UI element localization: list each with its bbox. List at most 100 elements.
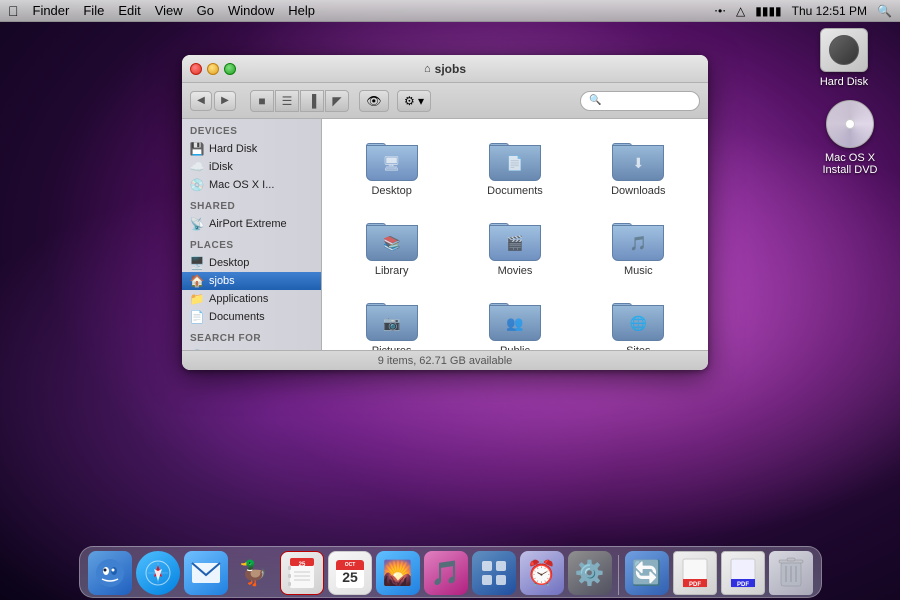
file-item-public[interactable]: 👥 Public xyxy=(455,289,574,350)
dock-icon-itunes[interactable]: 🎵 xyxy=(424,551,468,595)
mail-dock-icon xyxy=(184,551,228,595)
file-item-music[interactable]: 🎵 Music xyxy=(579,209,698,285)
maximize-button[interactable] xyxy=(224,63,236,75)
sidebar-header-devices: DEVICES xyxy=(182,123,321,140)
file-item-pictures[interactable]: 📷 Pictures xyxy=(332,289,451,350)
sidebar-section-devices: DEVICES 💾 Hard Disk ☁️ iDisk 💿 Mac OS X … xyxy=(182,123,321,194)
dock-icon-pdf1[interactable]: PDF xyxy=(673,551,717,595)
syspref-dock-icon: ⚙️ xyxy=(568,551,612,595)
timemachine-dock-icon: ⏰ xyxy=(520,551,564,595)
spotlight-icon[interactable]: 🔍 xyxy=(877,4,892,18)
dock-icon-addressbook[interactable]: 25 xyxy=(280,551,324,595)
file-grid: 🖥 Desktop 📄 Documents xyxy=(322,119,708,350)
folder-overlay-movies: 🎬 xyxy=(506,235,523,252)
file-label-desktop: Desktop xyxy=(371,185,411,197)
svg-text:25: 25 xyxy=(342,569,358,585)
close-button[interactable] xyxy=(190,63,202,75)
menubar-window[interactable]: Window xyxy=(228,3,274,18)
menubar-edit[interactable]: Edit xyxy=(118,3,140,18)
finder-dock-icon xyxy=(88,551,132,595)
file-item-library[interactable]: 📚 Library xyxy=(332,209,451,285)
desktop-icon-dvd[interactable]: Mac OS X Install DVD xyxy=(814,100,886,176)
menubar-right: ⋅•⋅ △ ▮▮▮▮ Thu 12:51 PM 🔍 xyxy=(714,4,892,18)
dock-icon-iphoto[interactable]: 🌄 xyxy=(376,551,420,595)
list-view-button[interactable]: ☰ xyxy=(275,90,299,112)
folder-overlay-desktop: 🖥 xyxy=(383,155,401,172)
menubar-view[interactable]: View xyxy=(155,3,183,18)
sidebar-header-searchfor: SEARCH FOR xyxy=(182,330,321,347)
sidebar-item-airport[interactable]: 📡 AirPort Extreme xyxy=(182,215,321,233)
title-bar: ⌂ sjobs xyxy=(182,55,708,83)
dock-icon-pdf2[interactable]: PDF xyxy=(721,551,765,595)
pdf2-dock-icon: PDF xyxy=(721,551,765,595)
wifi-icon[interactable]: △ xyxy=(736,4,745,18)
sidebar-item-idisk[interactable]: ☁️ iDisk xyxy=(182,158,321,176)
toolbar: ◀ ▶ ■ ☰ ▐ ◤ 👁 ⚙ ▾ 🔍 xyxy=(182,83,708,119)
forward-button[interactable]: ▶ xyxy=(214,91,236,111)
sidebar-item-harddisk[interactable]: 💾 Hard Disk xyxy=(182,140,321,158)
bluetooth-icon[interactable]: ⋅•⋅ xyxy=(714,4,726,18)
back-button[interactable]: ◀ xyxy=(190,91,212,111)
desktop-sidebar-icon: 🖥️ xyxy=(190,256,204,270)
sidebar-item-sjobs[interactable]: 🏠 sjobs xyxy=(182,272,321,290)
dock-icon-adium[interactable]: 🦆 xyxy=(232,551,276,595)
dock-icon-syspref[interactable]: ⚙️ xyxy=(568,551,612,595)
menubar-help[interactable]: Help xyxy=(288,3,315,18)
dock-icon-dockapp2[interactable]: 🔄 xyxy=(625,551,669,595)
battery-icon[interactable]: ▮▮▮▮ xyxy=(755,4,781,18)
desktop:  Finder File Edit View Go Window Help ⋅… xyxy=(0,0,900,600)
dock-icon-expose[interactable] xyxy=(472,551,516,595)
applications-sidebar-icon: 📁 xyxy=(190,292,204,306)
svg-text:OCT: OCT xyxy=(344,562,355,568)
dock-icon-ical[interactable]: OCT 25 xyxy=(328,551,372,595)
dock-icon-timemachine[interactable]: ⏰ xyxy=(520,551,564,595)
sidebar-item-documents[interactable]: 📄 Documents xyxy=(182,308,321,326)
minimize-button[interactable] xyxy=(207,63,219,75)
dvd-label: Mac OS X Install DVD xyxy=(814,152,886,176)
folder-icon-movies: 🎬 xyxy=(489,217,541,261)
harddisk-icon-img xyxy=(820,28,868,72)
action-button[interactable]: ⚙ ▾ xyxy=(397,90,431,112)
dock-icon-safari[interactable] xyxy=(136,551,180,595)
sidebar-section-searchfor: SEARCH FOR 🕐 Today 🕐 Yesterday 🕐 Past We… xyxy=(182,330,321,350)
icon-view-button[interactable]: ■ xyxy=(250,90,274,112)
ical-dock-icon: OCT 25 xyxy=(328,551,372,595)
menubar-go[interactable]: Go xyxy=(197,3,214,18)
file-item-sites[interactable]: 🌐 Sites xyxy=(579,289,698,350)
svg-text:PDF: PDF xyxy=(689,582,701,588)
coverflow-view-button[interactable]: ◤ xyxy=(325,90,349,112)
file-label-downloads: Downloads xyxy=(611,185,665,197)
menubar-left:  Finder File Edit View Go Window Help xyxy=(8,3,315,19)
dockapp2-icon: 🔄 xyxy=(625,551,669,595)
sidebar-item-macosx[interactable]: 💿 Mac OS X I... xyxy=(182,176,321,194)
column-view-button[interactable]: ▐ xyxy=(300,90,324,112)
addressbook-dock-icon: 25 xyxy=(280,551,324,595)
sidebar-item-applications[interactable]: 📁 Applications xyxy=(182,290,321,308)
idisk-sidebar-icon: ☁️ xyxy=(190,160,204,174)
trash-dock-icon xyxy=(769,551,813,595)
desktop-icon-harddisk[interactable]: Hard Disk xyxy=(808,28,880,88)
file-item-downloads[interactable]: ⬇ Downloads xyxy=(579,129,698,205)
file-item-movies[interactable]: 🎬 Movies xyxy=(455,209,574,285)
sidebar-header-places: PLACES xyxy=(182,237,321,254)
file-item-desktop[interactable]: 🖥 Desktop xyxy=(332,129,451,205)
dvd-hole xyxy=(845,119,855,129)
macos-sidebar-icon: 💿 xyxy=(190,178,204,192)
dock-icon-trash[interactable] xyxy=(769,551,813,595)
dock-container: 🦆 25 xyxy=(0,546,900,600)
file-label-documents: Documents xyxy=(487,185,543,197)
file-item-documents[interactable]: 📄 Documents xyxy=(455,129,574,205)
dock-icon-mail[interactable] xyxy=(184,551,228,595)
search-icon: 🔍 xyxy=(589,95,601,106)
folder-icon-documents: 📄 xyxy=(489,137,541,181)
dock-icon-finder[interactable] xyxy=(88,551,132,595)
menubar-finder[interactable]: Finder xyxy=(33,3,70,18)
finder-window: ⌂ sjobs ◀ ▶ ■ ☰ ▐ ◤ 👁 ⚙ ▾ 🔍 xyxy=(182,55,708,370)
apple-menu[interactable]:  xyxy=(8,3,19,19)
sidebar-item-desktop[interactable]: 🖥️ Desktop xyxy=(182,254,321,272)
content-area: DEVICES 💾 Hard Disk ☁️ iDisk 💿 Mac OS X … xyxy=(182,119,708,350)
preview-button[interactable]: 👁 xyxy=(359,90,389,112)
menubar-file[interactable]: File xyxy=(83,3,104,18)
folder-icon-desktop: 🖥 xyxy=(366,137,418,181)
search-box[interactable]: 🔍 xyxy=(580,91,700,111)
